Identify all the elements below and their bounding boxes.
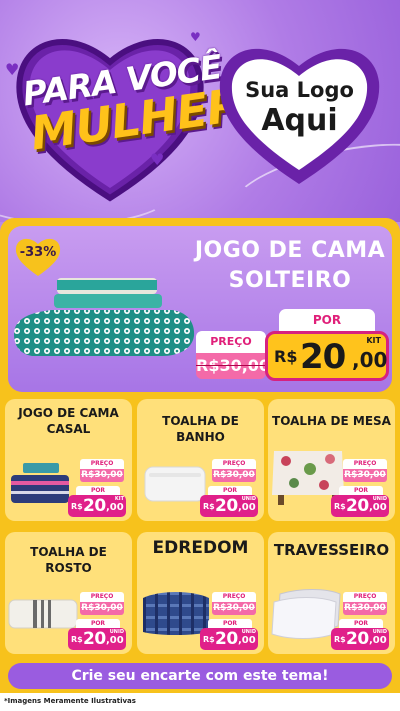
small-heart-icon: ♥ (150, 150, 165, 169)
header-banner: PARA VOCÊ, MULHER ♥ ♥ ♥ Sua Logo Aqui (0, 0, 400, 222)
logo-placeholder-line-2: Aqui (261, 103, 338, 138)
disclaimer-text: *Imagens Meramente Ilustrativas (4, 697, 136, 705)
product-card-toalha-rosto[interactable]: TOALHA DE ROSTO PREÇO R$30,00 POR R$ 20 … (5, 532, 132, 654)
product-price: PREÇO R$30,00 POR R$ 20 ,00 UNID (200, 592, 258, 650)
new-price-label: POR (279, 309, 375, 331)
bath-towel-image (144, 466, 206, 502)
featured-new-price: POR R$ 20 ,00 KIT (265, 309, 389, 381)
old-price-label: PREÇO (196, 331, 266, 353)
currency-symbol: R$ (274, 347, 298, 366)
product-card-toalha-banho[interactable]: TOALHA DE BANHO PREÇO R$30,00 POR R$ 20 … (137, 399, 264, 521)
product-title: JOGO DE CAMA CASAL (18, 406, 119, 436)
product-card-toalha-mesa[interactable]: TOALHA DE MESA PREÇO R$30,00 POR R$ 20 ,… (268, 399, 395, 521)
featured-old-price: PREÇO R$30,00 (196, 331, 270, 381)
footer-bar: *Imagens Meramente Ilustrativas (0, 693, 400, 711)
product-card-travesseiro[interactable]: TRAVESSEIRO PREÇO R$30,00 POR R$ 20 ,00 … (268, 532, 395, 654)
price-integer: 20 (300, 337, 346, 377)
product-price: PREÇO R$30,00 POR R$ 20 ,00 UNID (331, 592, 389, 650)
price-cents: ,00 (352, 348, 388, 372)
product-price: PREÇO R$30,00 POR R$ 20 ,00 KIT (68, 459, 126, 517)
bedding-set-image (14, 278, 195, 356)
discount-badge: -33% (14, 234, 62, 278)
product-card-edredom[interactable]: EDREDOM PREÇO R$30,00 POR R$ 20 ,00 UNID (137, 532, 264, 654)
product-price: PREÇO R$30,00 POR R$ 20 ,00 UNID (200, 459, 258, 517)
old-price-value: R$30,00 (196, 353, 270, 379)
product-price: PREÇO R$30,00 POR R$ 20 ,00 UNID (331, 459, 389, 517)
product-title: TOALHA DE MESA (272, 414, 391, 428)
product-title: TRAVESSEIRO (273, 541, 390, 559)
discount-value: -33% (19, 245, 57, 260)
product-title: EDREDOM (152, 538, 249, 558)
product-card-jogo-cama-casal[interactable]: JOGO DE CAMA CASAL PREÇO R$30,00 POR R$ … (5, 399, 132, 521)
featured-product-title: JOGO DE CAMA SOLTEIRO (194, 238, 386, 293)
bedding-casal-image (11, 463, 69, 503)
create-flyer-button[interactable]: Crie seu encarte com este tema! (8, 663, 392, 689)
price-unit: KIT (366, 336, 381, 345)
small-heart-icon: ♥ (5, 60, 20, 79)
small-heart-icon: ♥ (190, 30, 201, 44)
new-price-value: R$ 20 ,00 KIT (265, 331, 389, 381)
product-price: PREÇO R$30,00 POR R$ 20 ,00 UNID (68, 592, 126, 650)
product-title: TOALHA DE BANHO (162, 414, 239, 444)
logo-placeholder-line-1: Sua Logo (245, 78, 354, 102)
product-title: TOALHA DE ROSTO (30, 545, 107, 575)
